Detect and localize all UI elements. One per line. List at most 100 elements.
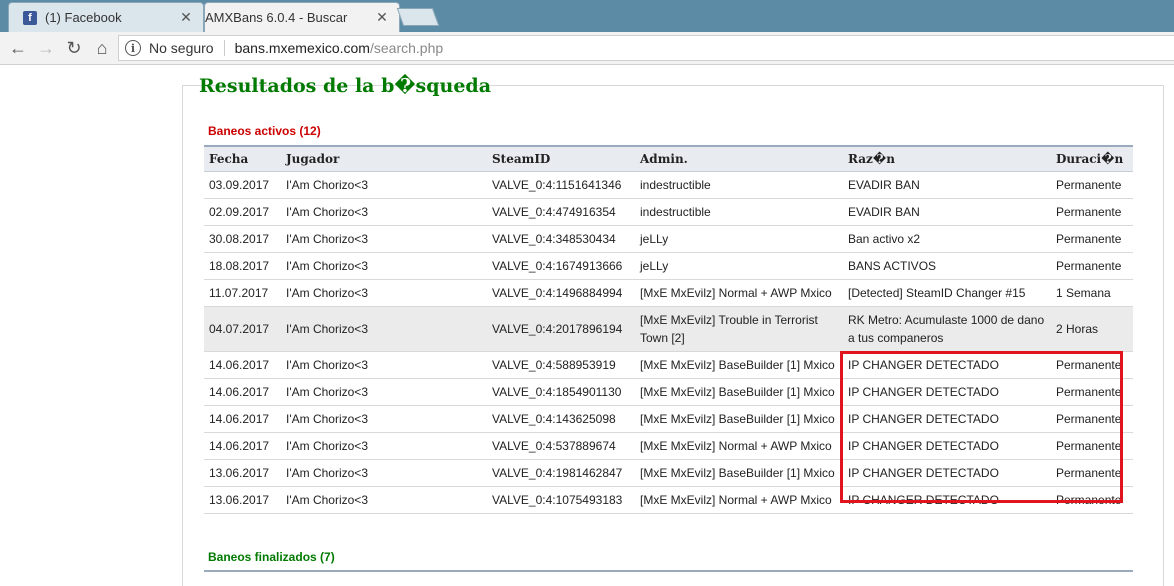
cell-jugador: I'Am Chorizo<3 bbox=[281, 432, 487, 460]
cell-steamid: VALVE_0:4:1854901130 bbox=[487, 378, 635, 406]
cell-razon: RK Metro: Acumulaste 1000 de dano a tus … bbox=[843, 306, 1051, 352]
forward-arrow-icon[interactable]: → bbox=[34, 36, 58, 60]
table-row[interactable]: 14.06.2017 I'Am Chorizo<3 VALVE_0:4:1854… bbox=[204, 378, 1133, 406]
cell-razon: IP CHANGER DETECTADO bbox=[843, 459, 1051, 487]
page-content: Resultados de la b�squeda Baneos activos… bbox=[0, 65, 1174, 586]
table-row[interactable]: 02.09.2017 I'Am Chorizo<3 VALVE_0:4:4749… bbox=[204, 198, 1133, 226]
table-row[interactable]: 14.06.2017 I'Am Chorizo<3 VALVE_0:4:1436… bbox=[204, 405, 1133, 433]
browser-toolbar: ← → ↻ ⌂ i No seguro bans.mxemexico.com/s… bbox=[0, 32, 1174, 65]
cell-duracion: 2 Horas bbox=[1051, 306, 1133, 352]
cell-duracion: Permanente bbox=[1051, 405, 1133, 433]
table-header-row: Fecha Jugador SteamID Admin. Raz�n Durac… bbox=[204, 145, 1133, 172]
cell-razon: EVADIR BAN bbox=[843, 198, 1051, 226]
cell-jugador: I'Am Chorizo<3 bbox=[281, 198, 487, 226]
omnibox-divider bbox=[223, 40, 225, 56]
cell-steamid: VALVE_0:4:588953919 bbox=[487, 351, 635, 379]
finished-table-header-bar bbox=[204, 570, 1133, 572]
cell-duracion: Permanente bbox=[1051, 432, 1133, 460]
cell-fecha: 14.06.2017 bbox=[204, 405, 281, 433]
cell-duracion: Permanente bbox=[1051, 351, 1133, 379]
cell-admin: [MxE MxEvilz] Normal + AWP Mxico bbox=[635, 486, 843, 514]
cell-jugador: I'Am Chorizo<3 bbox=[281, 306, 487, 352]
cell-admin: indestructible bbox=[635, 198, 843, 226]
cell-jugador: I'Am Chorizo<3 bbox=[281, 378, 487, 406]
cell-steamid: VALVE_0:4:1151641346 bbox=[487, 171, 635, 199]
cell-fecha: 30.08.2017 bbox=[204, 225, 281, 253]
column-header-fecha[interactable]: Fecha bbox=[204, 145, 281, 172]
tab-amxbans[interactable]: AMXBans 6.0.4 - Buscar ✕ bbox=[204, 2, 400, 83]
column-header-jugador[interactable]: Jugador bbox=[281, 145, 487, 172]
table-row[interactable]: 18.08.2017 I'Am Chorizo<3 VALVE_0:4:1674… bbox=[204, 252, 1133, 280]
cell-razon: IP CHANGER DETECTADO bbox=[843, 351, 1051, 379]
cell-jugador: I'Am Chorizo<3 bbox=[281, 486, 487, 514]
cell-razon: IP CHANGER DETECTADO bbox=[843, 486, 1051, 514]
cell-admin: [MxE MxEvilz] BaseBuilder [1] Mxico bbox=[635, 459, 843, 487]
cell-steamid: VALVE_0:4:1496884994 bbox=[487, 279, 635, 307]
close-icon[interactable]: ✕ bbox=[179, 9, 193, 26]
cell-jugador: I'Am Chorizo<3 bbox=[281, 459, 487, 487]
reload-icon[interactable]: ↻ bbox=[62, 36, 86, 60]
column-header-admin[interactable]: Admin. bbox=[635, 145, 843, 172]
tab-strip: f (1) Facebook ✕ AMXBans 6.0.4 - Buscar … bbox=[0, 0, 1174, 83]
cell-fecha: 04.07.2017 bbox=[204, 306, 281, 352]
cell-admin: [MxE MxEvilz] Normal + AWP Mxico bbox=[635, 432, 843, 460]
new-tab-button[interactable] bbox=[396, 8, 440, 26]
cell-duracion: Permanente bbox=[1051, 486, 1133, 514]
cell-admin: [MxE MxEvilz] Trouble in Terrorist Town … bbox=[635, 306, 843, 352]
cell-admin: jeLLy bbox=[635, 252, 843, 280]
cell-fecha: 14.06.2017 bbox=[204, 351, 281, 379]
cell-fecha: 11.07.2017 bbox=[204, 279, 281, 307]
cell-razon: EVADIR BAN bbox=[843, 171, 1051, 199]
url-host: bans.mxemexico.com bbox=[234, 40, 370, 56]
cell-jugador: I'Am Chorizo<3 bbox=[281, 405, 487, 433]
cell-razon: BANS ACTIVOS bbox=[843, 252, 1051, 280]
cell-fecha: 02.09.2017 bbox=[204, 198, 281, 226]
cell-fecha: 14.06.2017 bbox=[204, 378, 281, 406]
table-row[interactable]: 04.07.2017 I'Am Chorizo<3 VALVE_0:4:2017… bbox=[204, 306, 1133, 352]
cell-razon: IP CHANGER DETECTADO bbox=[843, 405, 1051, 433]
cell-razon: Ban activo x2 bbox=[843, 225, 1051, 253]
cell-duracion: Permanente bbox=[1051, 378, 1133, 406]
table-row[interactable]: 14.06.2017 I'Am Chorizo<3 VALVE_0:4:5378… bbox=[204, 432, 1133, 460]
column-header-razon[interactable]: Raz�n bbox=[843, 145, 1051, 172]
cell-jugador: I'Am Chorizo<3 bbox=[281, 171, 487, 199]
cell-admin: indestructible bbox=[635, 171, 843, 199]
table-row[interactable]: 14.06.2017 I'Am Chorizo<3 VALVE_0:4:5889… bbox=[204, 351, 1133, 379]
cell-jugador: I'Am Chorizo<3 bbox=[281, 279, 487, 307]
cell-fecha: 13.06.2017 bbox=[204, 486, 281, 514]
cell-steamid: VALVE_0:4:348530434 bbox=[487, 225, 635, 253]
security-label[interactable]: No seguro bbox=[149, 40, 214, 56]
cell-steamid: VALVE_0:4:474916354 bbox=[487, 198, 635, 226]
table-row[interactable]: 03.09.2017 I'Am Chorizo<3 VALVE_0:4:1151… bbox=[204, 171, 1133, 199]
cell-admin: jeLLy bbox=[635, 225, 843, 253]
cell-admin: [MxE MxEvilz] Normal + AWP Mxico bbox=[635, 279, 843, 307]
cell-duracion: Permanente bbox=[1051, 198, 1133, 226]
home-icon[interactable]: ⌂ bbox=[90, 36, 114, 60]
cell-duracion: Permanente bbox=[1051, 171, 1133, 199]
cell-jugador: I'Am Chorizo<3 bbox=[281, 225, 487, 253]
active-bans-title: Baneos activos (12) bbox=[208, 124, 321, 138]
column-header-duracion[interactable]: Duraci�n bbox=[1051, 145, 1133, 172]
table-row[interactable]: 13.06.2017 I'Am Chorizo<3 VALVE_0:4:1075… bbox=[204, 486, 1133, 514]
cell-razon: [Detected] SteamID Changer #15 bbox=[843, 279, 1051, 307]
cell-fecha: 14.06.2017 bbox=[204, 432, 281, 460]
bans-table: Fecha Jugador SteamID Admin. Raz�n Durac… bbox=[204, 145, 1133, 514]
cell-steamid: VALVE_0:4:1075493183 bbox=[487, 486, 635, 514]
close-icon[interactable]: ✕ bbox=[375, 9, 389, 26]
cell-duracion: Permanente bbox=[1051, 459, 1133, 487]
cell-duracion: Permanente bbox=[1051, 225, 1133, 253]
facebook-icon: f bbox=[23, 10, 37, 25]
tab-facebook[interactable]: f (1) Facebook ✕ bbox=[8, 2, 204, 32]
table-row[interactable]: 30.08.2017 I'Am Chorizo<3 VALVE_0:4:3485… bbox=[204, 225, 1133, 253]
info-icon[interactable]: i bbox=[125, 40, 141, 56]
table-row[interactable]: 11.07.2017 I'Am Chorizo<3 VALVE_0:4:1496… bbox=[204, 279, 1133, 307]
cell-admin: [MxE MxEvilz] BaseBuilder [1] Mxico bbox=[635, 351, 843, 379]
table-row[interactable]: 13.06.2017 I'Am Chorizo<3 VALVE_0:4:1981… bbox=[204, 459, 1133, 487]
back-arrow-icon[interactable]: ← bbox=[6, 36, 30, 60]
cell-razon: IP CHANGER DETECTADO bbox=[843, 378, 1051, 406]
cell-duracion: Permanente bbox=[1051, 252, 1133, 280]
column-header-steamid[interactable]: SteamID bbox=[487, 145, 635, 172]
cell-fecha: 03.09.2017 bbox=[204, 171, 281, 199]
address-bar[interactable]: i No seguro bans.mxemexico.com/search.ph… bbox=[118, 35, 1174, 61]
cell-jugador: I'Am Chorizo<3 bbox=[281, 252, 487, 280]
